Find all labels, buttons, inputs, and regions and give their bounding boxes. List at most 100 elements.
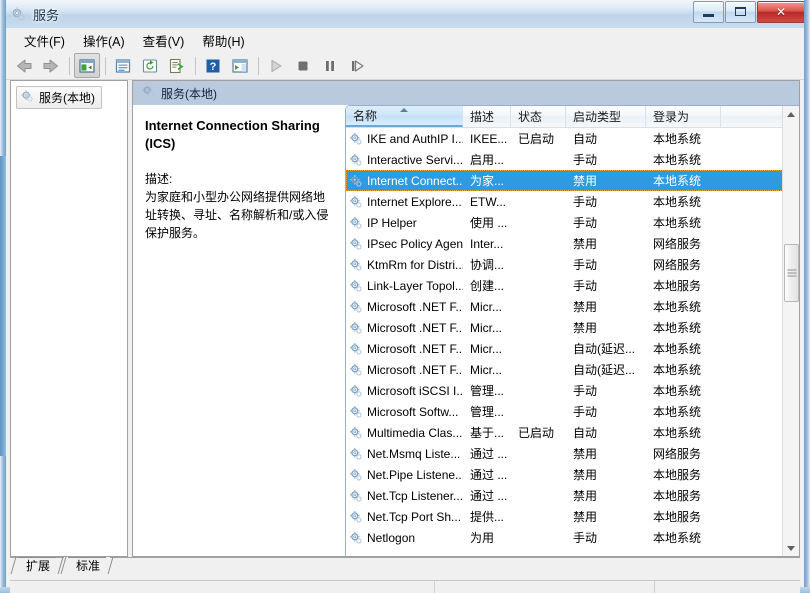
cell-log-on-as: 本地服务 (646, 508, 721, 525)
column-status[interactable]: 状态 (511, 106, 566, 127)
menu-view[interactable]: 查看(V) (134, 28, 194, 53)
cell-description: IKEE... (463, 132, 511, 146)
table-row[interactable]: IP Helper使用 ...手动本地系统 (346, 212, 783, 233)
cell-name: Internet Explore... (346, 195, 463, 209)
refresh-icon[interactable] (137, 53, 163, 78)
column-name-label: 名称 (353, 107, 377, 124)
stop-service-icon[interactable] (290, 53, 316, 78)
table-row[interactable]: Link-Layer Topol...创建...手动本地服务 (346, 275, 783, 296)
service-name-label: Net.Tcp Port Sh... (367, 510, 461, 524)
cell-description: 提供... (463, 508, 511, 525)
service-name-label: IP Helper (367, 216, 417, 230)
tab-extended-edge-top (18, 557, 56, 558)
cell-log-on-as: 本地系统 (646, 340, 721, 357)
cell-startup-type: 手动 (566, 151, 646, 168)
start-service-icon[interactable] (263, 53, 289, 78)
cell-startup-type: 手动 (566, 256, 646, 273)
service-gear-icon (349, 174, 363, 188)
service-name-label: Link-Layer Topol... (367, 279, 463, 293)
cell-description: Micr... (463, 342, 511, 356)
export-list-icon[interactable] (164, 53, 190, 78)
scroll-thumb[interactable] (784, 244, 799, 302)
cell-description: 通过 ... (463, 466, 511, 483)
arrow-down-glyph (787, 546, 795, 551)
menu-help[interactable]: 帮助(H) (193, 28, 253, 53)
cell-startup-type: 禁用 (566, 466, 646, 483)
table-row[interactable]: Microsoft iSCSI I...管理...手动本地系统 (346, 380, 783, 401)
tree-node-services-local[interactable]: 服务(本地) (16, 86, 102, 109)
scroll-down-arrow-icon[interactable] (783, 540, 799, 556)
tab-standard[interactable]: 标准 (64, 557, 110, 575)
show-hide-tree-icon[interactable] (74, 53, 100, 78)
cell-status: 已启动 (511, 424, 566, 441)
table-row[interactable]: KtmRm for Distri...协调...手动网络服务 (346, 254, 783, 275)
service-name-label: Internet Explore... (367, 195, 462, 209)
table-row[interactable]: Microsoft .NET F...Micr...禁用本地系统 (346, 317, 783, 338)
table-row[interactable]: Interactive Servi...启用...手动本地系统 (346, 149, 783, 170)
service-name-label: Netlogon (367, 531, 415, 545)
cell-log-on-as: 本地服务 (646, 277, 721, 294)
tab-extended-label: 扩展 (14, 557, 60, 574)
menu-file[interactable]: 文件(F) (15, 28, 74, 53)
cell-description: 协调... (463, 256, 511, 273)
cell-log-on-as: 本地系统 (646, 193, 721, 210)
minimize-button[interactable] (693, 1, 724, 23)
forward-arrow-icon[interactable] (38, 53, 64, 78)
table-row[interactable]: Internet Connect...为家...禁用本地系统 (346, 170, 783, 191)
pause-service-icon[interactable] (317, 53, 343, 78)
table-row[interactable]: Microsoft .NET F...Micr...自动(延迟...本地系统 (346, 359, 783, 380)
service-name-label: Net.Tcp Listener... (367, 489, 463, 503)
service-gear-icon (349, 279, 363, 293)
tab-extended[interactable]: 扩展 (14, 557, 60, 575)
maximize-restore-button[interactable] (725, 1, 756, 23)
cell-description: Micr... (463, 363, 511, 377)
cell-name: Microsoft .NET F... (346, 363, 463, 377)
cell-name: Link-Layer Topol... (346, 279, 463, 293)
table-row[interactable]: Net.Pipe Listene...通过 ...禁用本地服务 (346, 464, 783, 485)
svg-text:?: ? (210, 61, 217, 73)
table-row[interactable]: Net.Tcp Port Sh...提供... 禁用本地服务 (346, 506, 783, 527)
cell-log-on-as: 本地系统 (646, 319, 721, 336)
cell-startup-type: 禁用 (566, 319, 646, 336)
show-action-pane-icon[interactable] (227, 53, 253, 78)
vertical-scrollbar[interactable] (782, 106, 799, 556)
service-name-label: Net.Pipe Listene... (367, 468, 463, 482)
column-description[interactable]: 描述 (463, 106, 511, 127)
column-name[interactable]: 名称 (346, 106, 463, 127)
menu-action[interactable]: 操作(A) (74, 28, 134, 53)
table-row[interactable]: IPsec Policy AgentInter...禁用网络服务 (346, 233, 783, 254)
back-arrow-icon[interactable] (11, 53, 37, 78)
cell-name: Internet Connect... (346, 174, 463, 188)
properties-icon[interactable] (110, 53, 136, 78)
service-gear-icon (349, 216, 363, 230)
table-row[interactable]: IKE and AuthIP I...IKEE...已启动自动本地系统 (346, 128, 783, 149)
table-row[interactable]: Netlogon为用手动本地系统 (346, 527, 783, 548)
service-name-label: Microsoft .NET F... (367, 321, 463, 335)
restart-service-icon[interactable] (344, 53, 370, 78)
cell-startup-type: 手动 (566, 382, 646, 399)
cell-name: Microsoft .NET F... (346, 342, 463, 356)
scroll-up-arrow-icon[interactable] (783, 106, 799, 123)
cell-startup-type: 手动 (566, 277, 646, 294)
help-icon[interactable]: ? (200, 53, 226, 78)
column-filler[interactable] (721, 106, 783, 127)
sort-ascending-icon (400, 108, 408, 112)
column-startup-type[interactable]: 启动类型 (566, 106, 646, 127)
table-row[interactable]: Net.Tcp Listener...通过 ...禁用本地服务 (346, 485, 783, 506)
sep-1 (69, 57, 70, 75)
table-row[interactable]: Net.Msmq Liste...通过 ...禁用网络服务 (346, 443, 783, 464)
cell-startup-type: 禁用 (566, 172, 646, 189)
column-log-on-as[interactable]: 登录为 (646, 106, 721, 127)
cell-log-on-as: 本地系统 (646, 151, 721, 168)
close-button[interactable]: ✕ (757, 1, 805, 23)
service-description-label: 描述: (145, 170, 333, 187)
table-row[interactable]: Microsoft .NET F...Micr...禁用本地系统 (346, 296, 783, 317)
table-row[interactable]: Internet Explore...ETW...手动本地系统 (346, 191, 783, 212)
cell-name: Interactive Servi... (346, 153, 463, 167)
service-gear-icon (349, 237, 363, 251)
table-row[interactable]: Multimedia Clas...基于...已启动自动本地系统 (346, 422, 783, 443)
table-row[interactable]: Microsoft .NET F...Micr...自动(延迟...本地系统 (346, 338, 783, 359)
table-row[interactable]: Microsoft Softw...管理...手动本地系统 (346, 401, 783, 422)
service-gear-icon (349, 153, 363, 167)
cell-startup-type: 禁用 (566, 508, 646, 525)
